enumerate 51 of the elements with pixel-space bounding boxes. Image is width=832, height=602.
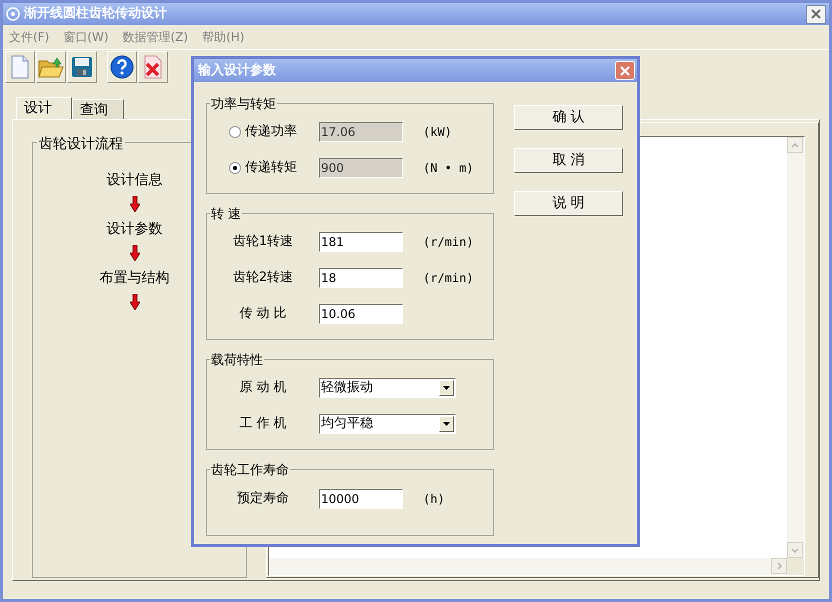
unit-label: (r/min) [423,234,474,251]
field-label: 齿轮2转速 [232,269,294,288]
radio-label: 传递功率 [245,123,297,142]
unit-label: (h) [423,491,445,508]
dropdown[interactable]: 轻微振动 [319,378,456,398]
down-arrow-icon [130,196,140,212]
close-icon [811,9,821,19]
vertical-scrollbar[interactable] [787,137,804,558]
dropdown-arrow-icon [443,386,450,390]
toolbar-button[interactable] [138,50,168,82]
field-label: 传 动 比 [238,305,288,324]
scroll-down-icon [791,548,799,552]
window-title: 渐开线圆柱齿轮传动设计 [24,5,167,24]
app-icon [6,7,20,21]
dialog-close-button[interactable] [615,61,635,80]
field-label: 原 动 机 [238,379,288,398]
flow-step: 设计参数 [106,219,162,240]
scroll-up-icon [791,142,799,148]
field-label: 预定寿命 [236,490,290,508]
input-field[interactable]: 18 [319,268,403,288]
tab[interactable]: 查询 [72,99,124,119]
input-field[interactable]: 181 [319,232,403,252]
dialog-button[interactable]: 取 消 [514,148,623,173]
new-document-icon [10,54,30,78]
help-icon [110,54,134,78]
unit-label: (N • m) [423,160,474,177]
input-field[interactable]: 10000 [319,489,403,509]
close-button[interactable] [806,4,826,24]
field-label: 齿轮1转速 [232,233,294,252]
horizontal-scrollbar[interactable] [269,558,787,575]
dialog-button[interactable]: 说 明 [514,191,623,216]
unit-label: (r/min) [423,270,474,287]
flow-step: 设计信息 [106,170,162,191]
dropdown-arrow-icon [443,422,450,426]
radio-label: 传递转矩 [245,159,297,178]
dialog-title: 输入设计参数 [198,62,276,80]
unit-label: (kW) [423,124,452,141]
close-icon [620,66,630,76]
field-label: 工 作 机 [238,415,288,434]
dialog-button[interactable]: 确 认 [514,105,623,130]
dropdown[interactable]: 均匀平稳 [319,414,456,434]
scrollbar-corner [787,558,804,575]
input-field[interactable]: 10.06 [319,304,403,324]
down-arrow-icon [130,245,140,261]
flow-step: 布置与结构 [100,268,170,289]
toolbar-button[interactable] [107,50,137,82]
down-arrow-icon [130,294,140,310]
toolbar-button[interactable] [67,50,97,82]
delete-document-icon [142,54,164,78]
tab[interactable]: 设计 [16,97,72,119]
scroll-right-icon [776,562,782,570]
